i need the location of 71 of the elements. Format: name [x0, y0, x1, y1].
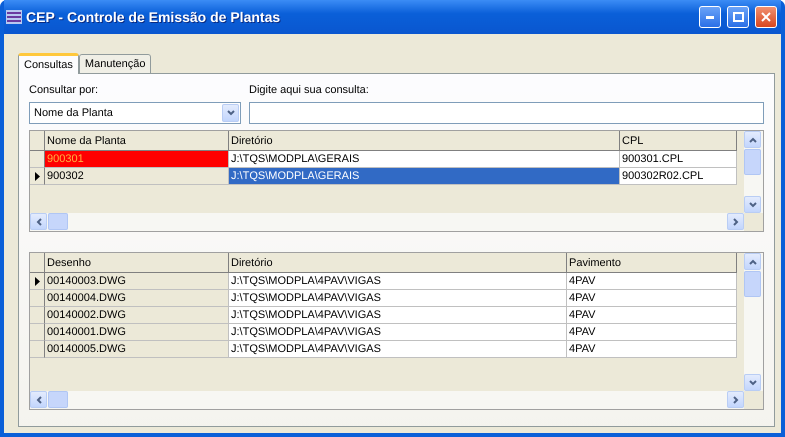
column-header[interactable]: Diretório: [229, 253, 567, 273]
table-cell: 900302: [45, 168, 229, 185]
column-header[interactable]: Pavimento: [567, 253, 737, 273]
horizontal-scrollbar[interactable]: [30, 391, 744, 409]
scroll-down-button[interactable]: [744, 374, 761, 391]
table-cell: 00140004.DWG: [45, 290, 229, 307]
column-header[interactable]: CPL: [620, 131, 737, 151]
table-cell: 900302R02.CPL: [620, 168, 737, 185]
scroll-left-button[interactable]: [30, 213, 47, 230]
table-cell: J:\TQS\MODPLA\GERAIS: [229, 168, 620, 185]
tab[interactable]: Manutenção: [78, 54, 152, 73]
row-indicator[interactable]: [30, 168, 45, 185]
minimize-button[interactable]: [699, 6, 721, 28]
column-header[interactable]: Nome da Planta: [45, 131, 229, 151]
vertical-scrollbar[interactable]: [744, 253, 763, 391]
table-cell: 900301: [45, 151, 229, 168]
scroll-right-button[interactable]: [727, 213, 744, 230]
scroll-thumb[interactable]: [744, 271, 761, 297]
table-cell: 4PAV: [567, 290, 737, 307]
table-cell: 00140003.DWG: [45, 273, 229, 290]
close-button[interactable]: [755, 6, 777, 28]
table-cell: 00140005.DWG: [45, 341, 229, 358]
maximize-icon: [732, 12, 744, 22]
chevron-up-icon: [748, 258, 756, 264]
field-label: Consultar por:: [29, 84, 100, 97]
chevron-left-icon: [36, 396, 42, 404]
scroll-thumb[interactable]: [744, 149, 761, 175]
horizontal-scrollbar[interactable]: [30, 213, 744, 231]
table-cell: 00140002.DWG: [45, 307, 229, 324]
table-cell: J:\TQS\MODPLA\GERAIS: [229, 151, 620, 168]
row-indicator[interactable]: [30, 273, 45, 290]
table-cell: 4PAV: [567, 324, 737, 341]
column-header[interactable]: Diretório: [229, 131, 620, 151]
table-cell: 4PAV: [567, 273, 737, 290]
scroll-up-button[interactable]: [744, 253, 761, 270]
field-label: Digite aqui sua consulta:: [249, 84, 370, 97]
table-cell: J:\TQS\MODPLA\4PAV\VIGAS: [229, 273, 567, 290]
vertical-scrollbar[interactable]: [744, 131, 763, 213]
scroll-up-button[interactable]: [744, 131, 761, 148]
minimize-icon: [706, 16, 714, 18]
app-icon: [6, 10, 22, 24]
scroll-left-button[interactable]: [30, 391, 47, 408]
tab[interactable]: Consultas: [18, 53, 79, 74]
chevron-left-icon: [36, 218, 42, 226]
search-by-dropdown[interactable]: Nome da Planta: [29, 102, 241, 124]
row-pointer-icon: [34, 276, 40, 286]
table-cell: 900301.CPL: [620, 151, 737, 168]
table-cell: J:\TQS\MODPLA\4PAV\VIGAS: [229, 307, 567, 324]
scroll-thumb[interactable]: [48, 391, 68, 408]
table-cell: 00140001.DWG: [45, 324, 229, 341]
scroll-thumb[interactable]: [48, 213, 68, 230]
table-cell: J:\TQS\MODPLA\4PAV\VIGAS: [229, 324, 567, 341]
chevron-down-icon: [226, 110, 234, 116]
dropdown-button[interactable]: [222, 104, 239, 122]
chevron-down-icon: [748, 202, 756, 208]
window-title: CEP - Controle de Emissão de Plantas: [26, 9, 282, 25]
scroll-down-button[interactable]: [744, 196, 761, 213]
maximize-button[interactable]: [727, 6, 749, 28]
chevron-up-icon: [748, 136, 756, 142]
chevron-right-icon: [732, 218, 738, 226]
scroll-right-button[interactable]: [727, 391, 744, 408]
table-cell: 4PAV: [567, 307, 737, 324]
row-pointer-icon: [34, 172, 40, 180]
table-cell: 4PAV: [567, 341, 737, 358]
column-header[interactable]: Desenho: [45, 253, 229, 273]
table-cell: J:\TQS\MODPLA\4PAV\VIGAS: [229, 341, 567, 358]
chevron-down-icon: [748, 380, 756, 386]
table-cell: J:\TQS\MODPLA\4PAV\VIGAS: [229, 290, 567, 307]
chevron-right-icon: [732, 396, 738, 404]
query-input-field[interactable]: [249, 102, 764, 124]
close-icon: [761, 12, 771, 22]
